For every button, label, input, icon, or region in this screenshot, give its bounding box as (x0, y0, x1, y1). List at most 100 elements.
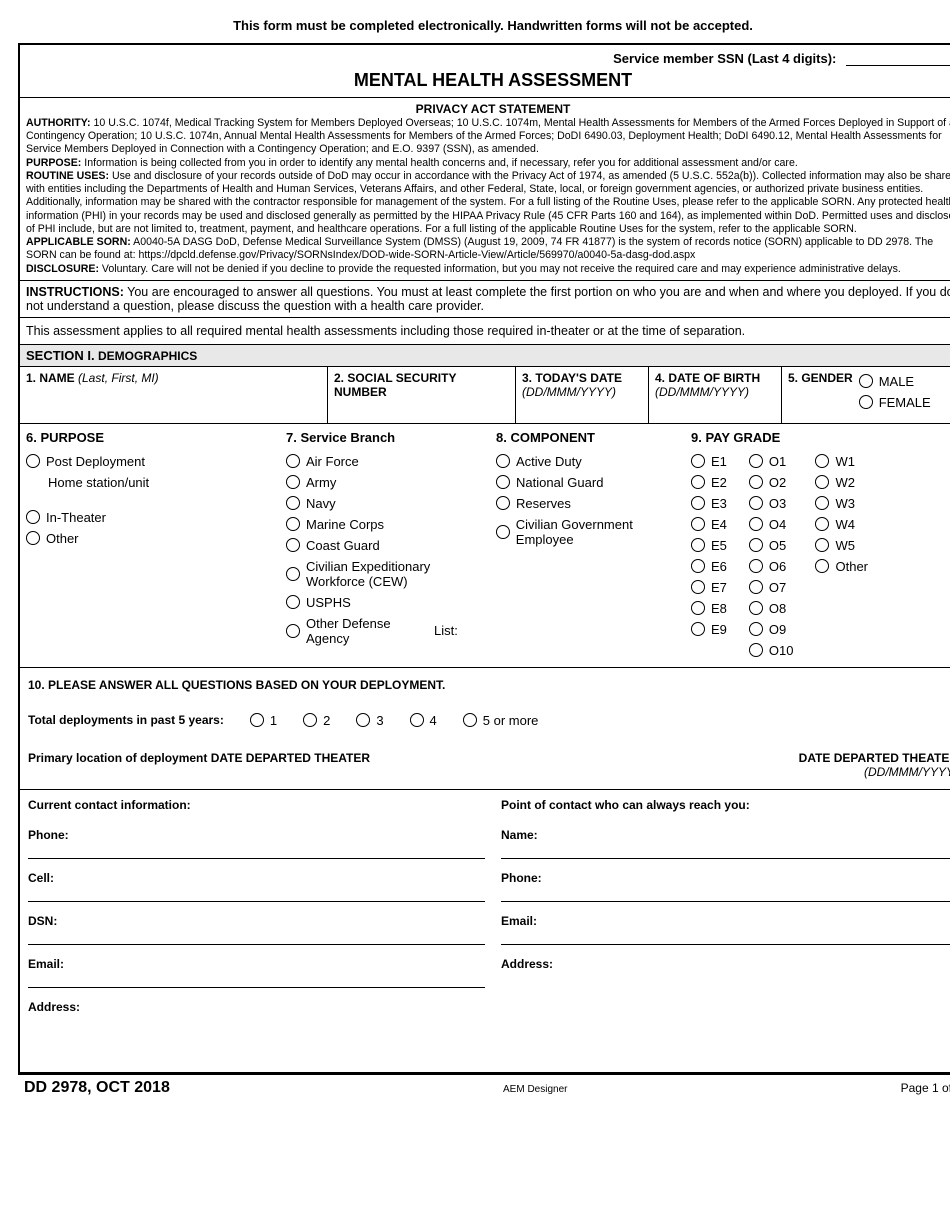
radio-e1[interactable] (691, 454, 705, 468)
opt-w5: W5 (835, 538, 855, 553)
radio-w3[interactable] (815, 496, 829, 510)
radio-e2[interactable] (691, 475, 705, 489)
poc-email-field[interactable]: Email: (501, 904, 950, 945)
opt-o10: O10 (769, 643, 794, 658)
radio-dep-3[interactable] (410, 713, 424, 727)
branch-header: 7. Service Branch (286, 430, 496, 445)
gender-label: 5. GENDER (788, 371, 853, 413)
opt-e2: E2 (711, 475, 727, 490)
radio-o2[interactable] (749, 475, 763, 489)
ssn-input[interactable] (846, 65, 950, 66)
page-number: Page 1 of 6 (901, 1081, 950, 1095)
radio-navy[interactable] (286, 496, 300, 510)
privacy-header: PRIVACY ACT STATEMENT (26, 102, 950, 117)
radio-w4[interactable] (815, 517, 829, 531)
opt-cew: Civilian Expeditionary Workforce (CEW) (306, 559, 456, 589)
radio-w5[interactable] (815, 538, 829, 552)
radio-o7[interactable] (749, 580, 763, 594)
radio-cew[interactable] (286, 567, 300, 581)
radio-oda[interactable] (286, 624, 300, 638)
radio-e7[interactable] (691, 580, 705, 594)
radio-dep-4[interactable] (463, 713, 477, 727)
radio-e9[interactable] (691, 622, 705, 636)
ssn-field-label: 2. SOCIAL SECURITY NUMBER (334, 371, 456, 399)
ssn-label: Service member SSN (Last 4 digits): (613, 51, 836, 66)
dsn-field[interactable]: DSN: (28, 904, 485, 945)
opt-o6: O6 (769, 559, 786, 574)
opt-res: Reserves (516, 496, 571, 511)
opt-o4: O4 (769, 517, 786, 532)
radio-usphs[interactable] (286, 595, 300, 609)
purpose-text: Information is being collected from you … (81, 157, 797, 169)
row-1-5: 1. NAME (Last, First, MI) 2. SOCIAL SECU… (20, 367, 950, 424)
male-label: MALE (879, 374, 914, 389)
poc-address-field[interactable]: Address: (501, 947, 950, 1021)
email-field[interactable]: Email: (28, 947, 485, 988)
radio-o5[interactable] (749, 538, 763, 552)
radio-purpose-other[interactable] (26, 531, 40, 545)
radio-dep-1[interactable] (303, 713, 317, 727)
today-date-label: 3. TODAY'S DATE (522, 371, 622, 385)
opt-home-station: Home station/unit (48, 475, 149, 490)
opt-mc: Marine Corps (306, 517, 384, 532)
opt-e8: E8 (711, 601, 727, 616)
radio-e4[interactable] (691, 517, 705, 531)
radio-o8[interactable] (749, 601, 763, 615)
opt-post-deployment: Post Deployment (46, 454, 145, 469)
contact-h1: Current contact information: (28, 798, 485, 812)
radio-dep-2[interactable] (356, 713, 370, 727)
radio-cg[interactable] (286, 538, 300, 552)
address-field[interactable]: Address: (28, 990, 485, 1064)
radio-o9[interactable] (749, 622, 763, 636)
name-label: 1. NAME (Last, First, MI) (26, 371, 159, 385)
opt-in-theater: In-Theater (46, 510, 106, 525)
poc-name-field[interactable]: Name: (501, 818, 950, 859)
radio-o10[interactable] (749, 643, 763, 657)
radio-o1[interactable] (749, 454, 763, 468)
opt-o8: O8 (769, 601, 786, 616)
opt-e3: E3 (711, 496, 727, 511)
radio-w1[interactable] (815, 454, 829, 468)
radio-in-theater[interactable] (26, 510, 40, 524)
radio-e3[interactable] (691, 496, 705, 510)
radio-e6[interactable] (691, 559, 705, 573)
opt-e6: E6 (711, 559, 727, 574)
radio-o3[interactable] (749, 496, 763, 510)
contacts: Current contact information: Phone: Cell… (20, 790, 950, 1073)
radio-civ[interactable] (496, 525, 510, 539)
radio-res[interactable] (496, 496, 510, 510)
radio-female[interactable] (859, 395, 873, 409)
opt-e5: E5 (711, 538, 727, 553)
radio-ad[interactable] (496, 454, 510, 468)
radio-ng[interactable] (496, 475, 510, 489)
radio-mc[interactable] (286, 517, 300, 531)
deployment-options: 12345 or more (250, 710, 539, 731)
radio-o6[interactable] (749, 559, 763, 573)
routine-text: Use and disclosure of your records outsi… (26, 170, 950, 235)
opt-dep-4: 5 or more (483, 713, 539, 728)
radio-dep-0[interactable] (250, 713, 264, 727)
opt-o1: O1 (769, 454, 786, 469)
radio-e5[interactable] (691, 538, 705, 552)
cell-field[interactable]: Cell: (28, 861, 485, 902)
opt-cg: Coast Guard (306, 538, 380, 553)
radio-o4[interactable] (749, 517, 763, 531)
disclosure-label: DISCLOSURE: (26, 263, 99, 275)
dob-fmt: (DD/MMM/YYYY) (655, 385, 749, 399)
footer: DD 2978, OCT 2018 AEM Designer Page 1 of… (18, 1075, 950, 1097)
radio-e8[interactable] (691, 601, 705, 615)
opt-army: Army (306, 475, 336, 490)
opt-ng: National Guard (516, 475, 603, 490)
opt-o2: O2 (769, 475, 786, 490)
opt-w3: W3 (835, 496, 855, 511)
opt-w2: W2 (835, 475, 855, 490)
radio-male[interactable] (859, 374, 873, 388)
radio-other[interactable] (815, 559, 829, 573)
radio-w2[interactable] (815, 475, 829, 489)
phone-field[interactable]: Phone: (28, 818, 485, 859)
radio-post-deployment[interactable] (26, 454, 40, 468)
radio-army[interactable] (286, 475, 300, 489)
question-10: 10. PLEASE ANSWER ALL QUESTIONS BASED ON… (20, 668, 950, 790)
radio-af[interactable] (286, 454, 300, 468)
poc-phone-field[interactable]: Phone: (501, 861, 950, 902)
